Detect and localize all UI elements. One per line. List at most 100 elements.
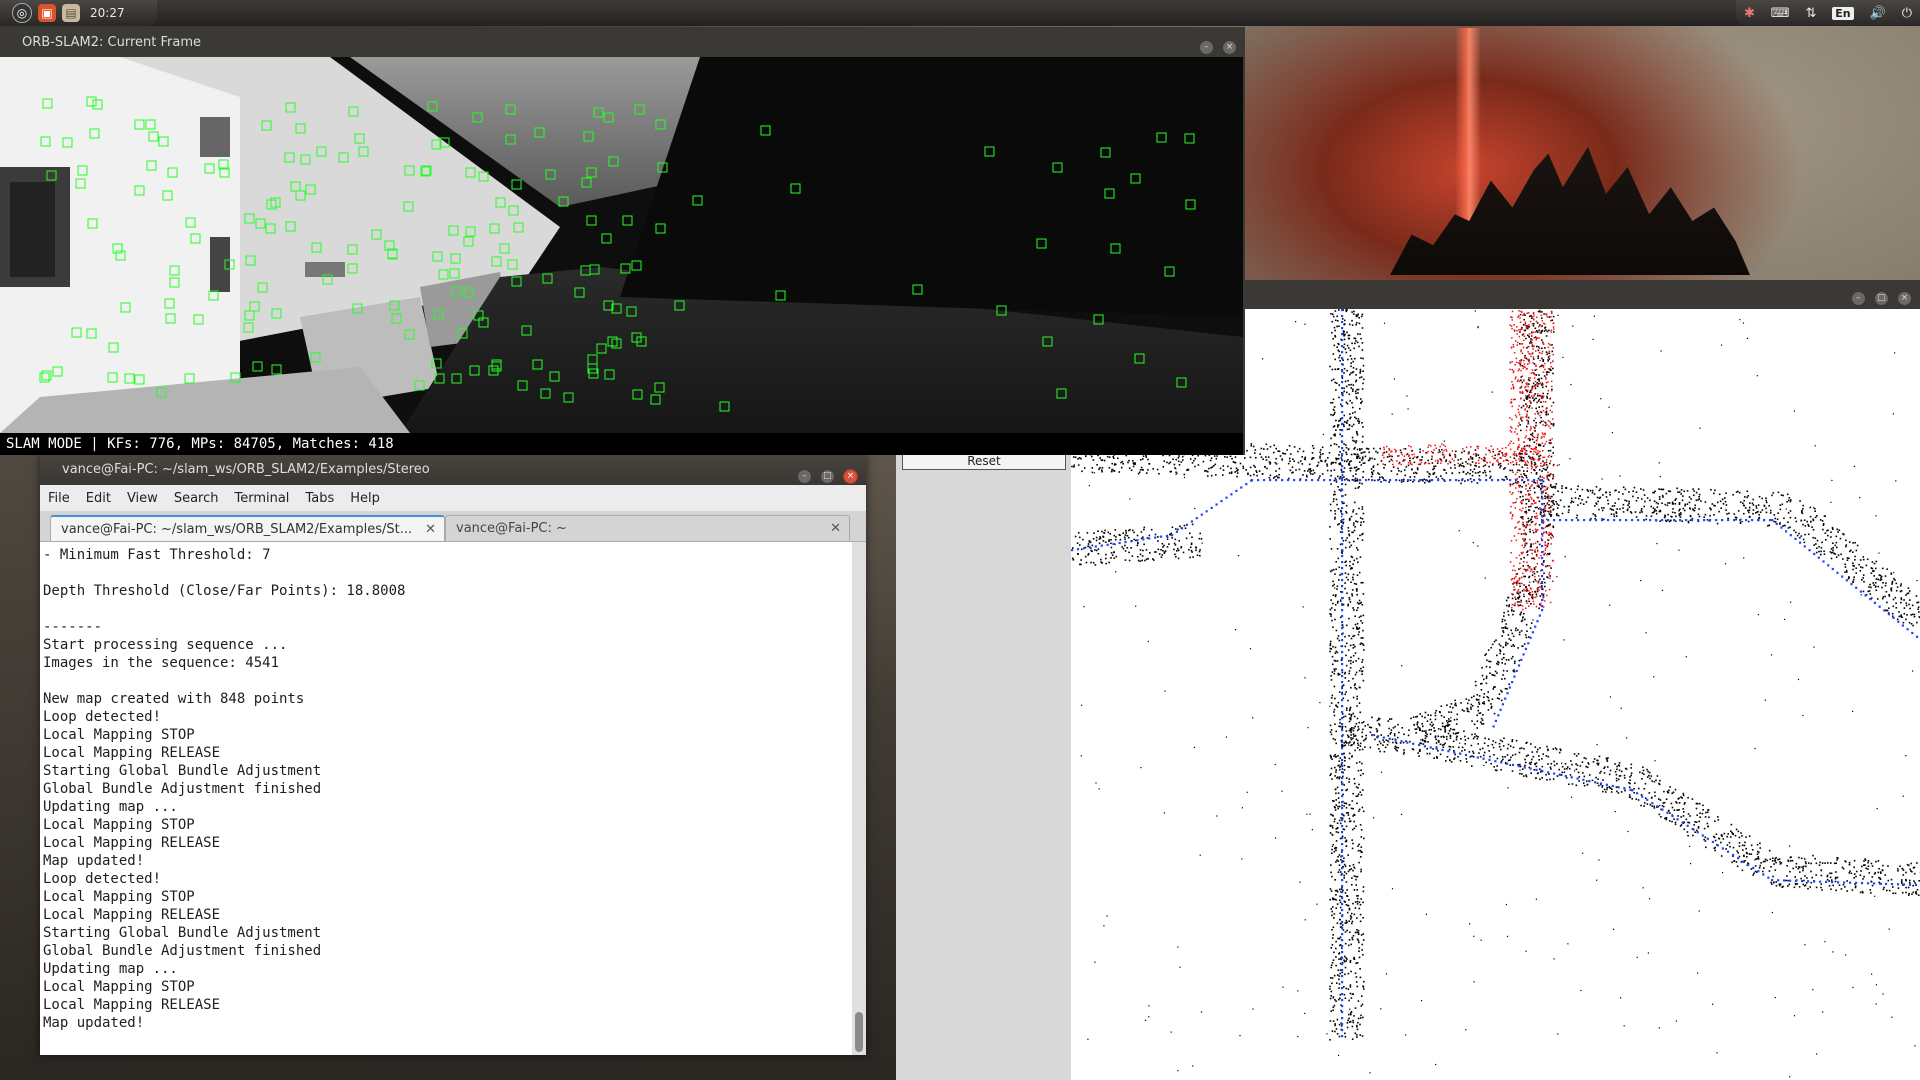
map-point [1531,529,1534,532]
map-point [1390,729,1393,731]
map-point [1618,778,1620,781]
map-point [1079,536,1081,539]
map-point [1343,467,1346,469]
map-point [1552,499,1555,502]
map-point [1422,739,1424,742]
map-point [1795,531,1797,534]
map-point [1648,771,1651,774]
map-point [1870,892,1872,894]
map-point [1457,459,1460,461]
map-point [1349,931,1351,934]
keyboard-icon[interactable]: ⌨ [1771,6,1790,21]
map-point [1896,586,1899,588]
map-point [1089,541,1092,544]
map-point [1657,502,1659,505]
map-point [1528,590,1530,592]
map-point [1145,454,1147,457]
map-point [1436,462,1439,464]
map-point [1331,320,1333,323]
map-point [1454,456,1457,458]
map-point [1358,721,1360,724]
map-point [1293,460,1295,462]
map-point [1540,462,1542,465]
map-point [1334,358,1336,361]
map-point [1618,769,1621,772]
map-point [1358,861,1360,864]
map-point [1349,601,1352,603]
map-point [1819,861,1821,864]
map-point [1773,514,1776,516]
map-point [1341,739,1343,742]
map-point [1222,469,1225,471]
map-point [1542,360,1544,362]
map-point [1355,520,1357,522]
map-point [1330,463,1333,465]
map-point [1352,406,1354,409]
map-point [1454,702,1457,705]
map-point [1536,555,1538,557]
map-point [1347,1019,1349,1022]
map-point [1575,763,1577,765]
map-point [1236,470,1238,472]
map-point [1337,827,1339,829]
map-point [1875,589,1878,592]
map-point [1326,469,1329,472]
map-point [1330,697,1333,699]
settings-icon[interactable]: ✱ [1744,6,1755,21]
panel-clock[interactable]: 20:27 [90,6,125,20]
map-point [1586,489,1589,491]
map-point [1596,744,1598,746]
language-indicator[interactable]: En [1832,6,1854,20]
map-point [1713,492,1715,495]
volume-icon[interactable]: 🔊 [1870,6,1886,21]
map-point [1772,875,1774,878]
map-point [1083,606,1085,608]
folder-icon[interactable]: ▤ [62,4,80,22]
power-icon[interactable]: ⏻ [1902,6,1912,21]
map-point [1869,583,1871,586]
map-point [1509,745,1512,747]
map-point [1644,500,1646,503]
files-icon[interactable]: ▣ [38,4,56,22]
map-point [1355,583,1358,585]
map-point [1688,496,1691,498]
minimize-button[interactable]: – [1850,291,1866,306]
map-point [1146,537,1149,539]
map-point [1345,709,1348,711]
map-point [1392,466,1395,468]
map-point [1329,613,1331,615]
network-icon[interactable]: ⇅ [1805,6,1816,21]
map-point [1561,485,1563,487]
map-point [1905,604,1908,607]
map-point [1844,886,1846,888]
map-point [1216,815,1218,817]
map-point [1556,775,1559,777]
map-point [1703,838,1705,841]
close-button[interactable]: × [1897,291,1912,306]
map-point [1301,463,1304,465]
ubuntu-logo-icon[interactable]: ◎ [12,3,32,23]
map-point [1460,482,1462,485]
map-point [1087,543,1090,545]
map-point [1598,497,1601,499]
map-point [1183,524,1186,527]
map-point [1549,575,1551,577]
map-point [1825,539,1827,541]
map-point [1345,904,1348,906]
map-point [1341,835,1344,838]
map-point [1339,936,1342,938]
map-point [1412,457,1414,460]
map-point [1529,627,1532,629]
map-point [1411,468,1413,471]
map-point [1520,630,1523,632]
map-point [1242,467,1245,470]
map-point [1481,682,1483,685]
map-point [1482,465,1485,468]
map-point [1353,529,1356,532]
map-point [1548,504,1550,506]
map-point [1359,1017,1362,1019]
maximize-button[interactable]: □ [1873,291,1889,306]
map-point [1338,420,1340,422]
map-point [1344,997,1347,999]
map-point [1453,718,1456,721]
